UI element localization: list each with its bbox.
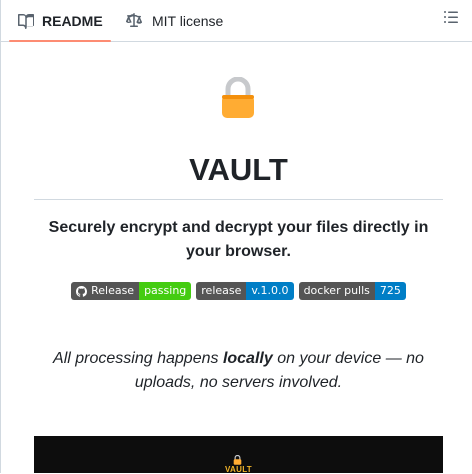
book-icon bbox=[18, 13, 34, 29]
lock-icon bbox=[220, 76, 256, 119]
tab-license[interactable]: MIT license bbox=[126, 0, 223, 41]
docker-pulls-badge[interactable]: docker pulls 725 bbox=[298, 282, 406, 300]
outline-button[interactable] bbox=[441, 9, 461, 29]
privacy-note-emphasis: locally bbox=[222, 350, 273, 367]
readme-panel: README MIT license VAULT Securely encryp… bbox=[0, 0, 472, 474]
docker-badge-label: docker pulls bbox=[298, 282, 375, 300]
version-badge[interactable]: release v.1.0.0 bbox=[196, 282, 294, 300]
release-workflow-badge[interactable]: Release passing bbox=[71, 282, 192, 300]
active-tab-indicator bbox=[9, 40, 111, 42]
tab-license-label: MIT license bbox=[152, 12, 224, 29]
docker-badge-value: 725 bbox=[374, 282, 406, 300]
list-unordered-icon bbox=[443, 9, 459, 30]
preview-lock-icon bbox=[233, 452, 242, 465]
version-badge-label: release bbox=[196, 282, 247, 300]
github-icon bbox=[76, 285, 88, 297]
law-scale-icon bbox=[126, 12, 142, 29]
project-description: Securely encrypt and decrypt your files … bbox=[48, 219, 429, 260]
tab-readme-label: README bbox=[42, 12, 103, 29]
badge-row: Release passing release v.1.0.0 docker p… bbox=[34, 282, 443, 300]
page-title: VAULT bbox=[189, 152, 288, 187]
badge-label: Release bbox=[71, 282, 140, 300]
release-badge-label: Release bbox=[91, 284, 135, 297]
privacy-note: All processing happens locally on your d… bbox=[34, 347, 443, 395]
version-badge-value: v.1.0.0 bbox=[246, 282, 294, 300]
app-preview-image: VAULT bbox=[34, 436, 443, 474]
title-divider bbox=[34, 199, 443, 200]
tab-readme[interactable]: README bbox=[9, 0, 111, 42]
privacy-note-before: All processing happens bbox=[53, 350, 223, 367]
readme-tab-bar: README MIT license bbox=[1, 0, 472, 42]
release-badge-status: passing bbox=[139, 282, 192, 300]
